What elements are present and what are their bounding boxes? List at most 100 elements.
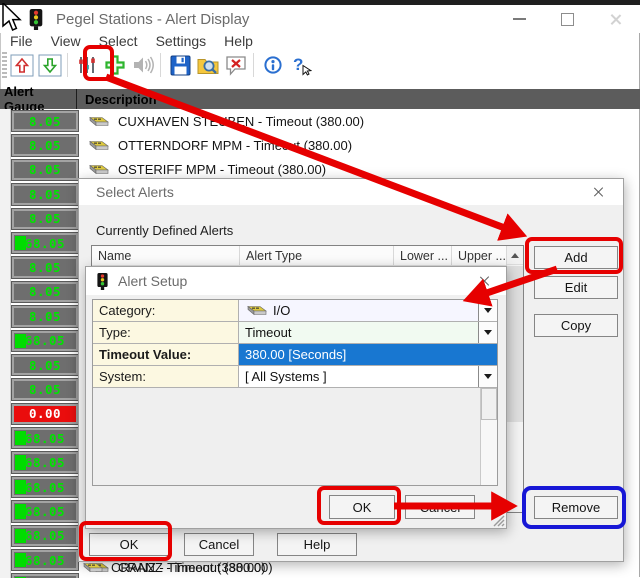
- scroll-up-button[interactable]: [507, 246, 523, 265]
- chevron-up-icon: [511, 252, 519, 258]
- gauge-value: 8.05: [28, 186, 62, 202]
- gauge-value: 8.05: [28, 113, 62, 129]
- help-button[interactable]: Help: [277, 533, 357, 556]
- timeout-value-field[interactable]: 380.00 [Seconds]: [239, 344, 497, 365]
- system-dropdown-button[interactable]: [478, 366, 497, 387]
- gauge-value: 0.00: [28, 406, 62, 422]
- category-label: Category:: [93, 300, 239, 321]
- type-value[interactable]: Timeout: [239, 322, 497, 343]
- window-title: Pegel Stations - Alert Display: [56, 10, 250, 28]
- col-name[interactable]: Name: [92, 246, 240, 265]
- table-row[interactable]: 8.05 OTTERNDORF MPM - Timeout (380.00): [0, 133, 640, 158]
- gauge-cell: 68.05: [11, 427, 79, 450]
- currently-defined-alerts-label: Currently Defined Alerts: [96, 223, 234, 238]
- gauge-fill-bar: [15, 455, 26, 470]
- row-margin: [0, 450, 11, 475]
- scrollbar-thumb[interactable]: [481, 388, 497, 420]
- resize-grip[interactable]: [492, 514, 505, 527]
- io-device-icon: [83, 562, 103, 573]
- gauge-cell: 8.05: [11, 378, 79, 401]
- system-text: [ All Systems ]: [245, 369, 327, 384]
- edit-button[interactable]: Edit: [534, 276, 618, 299]
- traffic-light-app-icon: [29, 8, 43, 30]
- filter-settings-button[interactable]: [74, 52, 100, 79]
- save-floppy-icon: [170, 55, 190, 75]
- gauge-cell: 68.05: [11, 451, 79, 474]
- gauge-value: 8.05: [28, 381, 62, 397]
- description-text: OTTERNDORF MPM - Timeout (380.00): [118, 138, 353, 154]
- alert-setup-titlebar: Alert Setup: [86, 267, 506, 295]
- gauge-cell: 8.05: [11, 256, 79, 279]
- maximize-button[interactable]: [550, 7, 584, 31]
- scrollbar-thumb[interactable]: [507, 266, 523, 422]
- gauge-value: 8.05: [28, 357, 62, 373]
- gauge-cell: 8.05: [11, 158, 79, 182]
- toolbar: ?: [0, 49, 640, 81]
- menu-help[interactable]: Help: [215, 33, 262, 49]
- system-label: System:: [93, 366, 239, 387]
- grid-scrollbar[interactable]: [480, 388, 497, 485]
- gauge-fill-bar: [15, 333, 26, 348]
- ok-button[interactable]: OK: [329, 495, 395, 519]
- lower-window-button[interactable]: [37, 52, 63, 79]
- row-margin: [0, 279, 11, 305]
- row-margin: [0, 206, 11, 231]
- column-header-description[interactable]: Description: [77, 92, 157, 107]
- menu-view[interactable]: View: [42, 33, 90, 49]
- row-margin: [0, 401, 11, 427]
- menu-select[interactable]: Select: [90, 33, 147, 49]
- row-margin: [0, 474, 11, 500]
- col-alert-type[interactable]: Alert Type: [240, 246, 394, 265]
- context-help-button[interactable]: ?: [288, 52, 314, 79]
- save-button[interactable]: [167, 52, 193, 79]
- find-button[interactable]: [195, 52, 221, 79]
- ok-button[interactable]: OK: [89, 533, 169, 556]
- column-header-alert-gauge[interactable]: Alert Gauge: [0, 84, 77, 114]
- clear-alerts-button[interactable]: [223, 52, 249, 79]
- row-margin: [0, 304, 11, 329]
- row-margin: [0, 109, 11, 134]
- type-dropdown-button[interactable]: [478, 322, 497, 343]
- col-upper[interactable]: Upper ...: [452, 246, 507, 265]
- cancel-button[interactable]: Cancel: [405, 495, 475, 519]
- col-lower[interactable]: Lower ...: [394, 246, 452, 265]
- table-row[interactable]: 8.05 CUXHAVEN STEUBEN - Timeout (380.00): [0, 109, 640, 134]
- gauge-value: 68.05: [24, 503, 66, 519]
- gauge-cell: 68.05: [11, 329, 79, 352]
- raise-window-button[interactable]: [9, 52, 35, 79]
- toolbar-gripper[interactable]: [2, 52, 7, 78]
- gauge-value: 8.05: [28, 211, 62, 227]
- info-button[interactable]: [260, 52, 286, 79]
- row-margin: [0, 182, 11, 207]
- close-icon[interactable]: [479, 275, 491, 287]
- gauge-value: 68.05: [24, 430, 66, 446]
- type-label: Type:: [93, 322, 239, 343]
- gauge-cell: 8.05: [11, 134, 79, 157]
- type-text: Timeout: [245, 325, 292, 340]
- description-text: CUXHAVEN STEUBEN - Timeout (380.00): [118, 113, 365, 129]
- sound-button[interactable]: [130, 52, 156, 79]
- category-dropdown-button[interactable]: [478, 300, 497, 321]
- row-margin: [0, 133, 11, 158]
- sliders-icon: [79, 57, 95, 73]
- gauge-cell: 68.05: [11, 500, 79, 523]
- remove-button[interactable]: Remove: [534, 496, 618, 519]
- add-alert-button[interactable]: [102, 52, 128, 79]
- add-button[interactable]: Add: [534, 246, 618, 269]
- gauge-value: 8.05: [28, 284, 62, 300]
- close-icon[interactable]: [593, 186, 605, 198]
- cancel-button[interactable]: Cancel: [184, 533, 254, 556]
- close-button[interactable]: [598, 7, 632, 31]
- list-scrollbar[interactable]: [506, 246, 523, 512]
- copy-button[interactable]: Copy: [534, 314, 618, 337]
- category-value[interactable]: I/O: [239, 300, 497, 321]
- gauge-value: 68.05: [24, 528, 66, 544]
- menu-file[interactable]: File: [0, 33, 42, 49]
- window-down-icon: [38, 54, 62, 76]
- gauge-fill-bar: [15, 235, 26, 251]
- system-value[interactable]: [ All Systems ]: [239, 366, 497, 387]
- gauge-cell: 8.05: [11, 353, 79, 377]
- menu-settings[interactable]: Settings: [147, 33, 216, 49]
- row-margin: [0, 377, 11, 402]
- minimize-button[interactable]: [502, 7, 536, 31]
